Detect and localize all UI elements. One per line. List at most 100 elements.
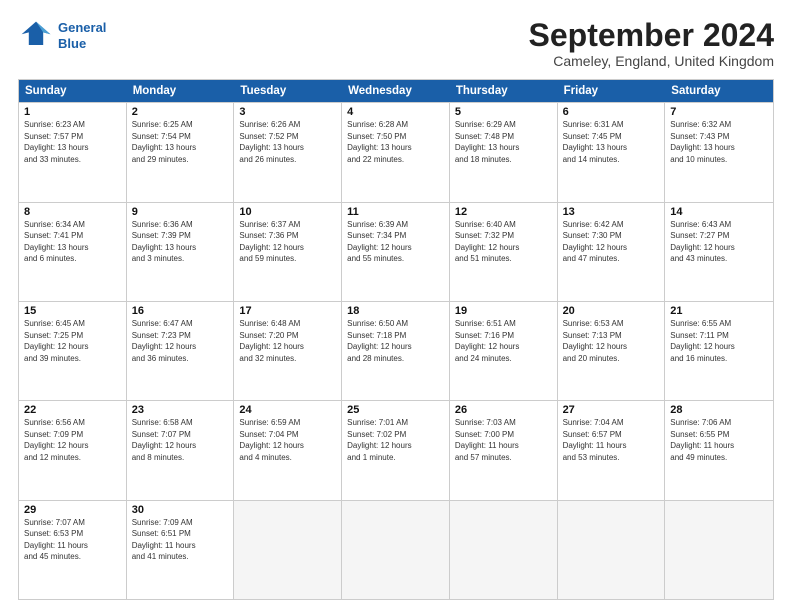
calendar-cell: 18Sunrise: 6:50 AMSunset: 7:18 PMDayligh… [342, 302, 450, 400]
day-number: 24 [239, 404, 336, 416]
day-number: 13 [563, 206, 660, 218]
cell-info: Sunrise: 7:06 AMSunset: 6:55 PMDaylight:… [670, 417, 768, 463]
header: General Blue September 2024 Cameley, Eng… [18, 18, 774, 69]
cell-info: Sunrise: 7:01 AMSunset: 7:02 PMDaylight:… [347, 417, 444, 463]
day-number: 15 [24, 305, 121, 317]
calendar-cell [342, 501, 450, 599]
day-number: 7 [670, 106, 768, 118]
location: Cameley, England, United Kingdom [529, 53, 774, 69]
day-number: 25 [347, 404, 444, 416]
day-number: 16 [132, 305, 229, 317]
calendar-row: 8Sunrise: 6:34 AMSunset: 7:41 PMDaylight… [19, 202, 773, 301]
calendar-cell: 4Sunrise: 6:28 AMSunset: 7:50 PMDaylight… [342, 103, 450, 201]
calendar-cell: 21Sunrise: 6:55 AMSunset: 7:11 PMDayligh… [665, 302, 773, 400]
cell-info: Sunrise: 6:28 AMSunset: 7:50 PMDaylight:… [347, 119, 444, 165]
cell-info: Sunrise: 6:40 AMSunset: 7:32 PMDaylight:… [455, 219, 552, 265]
calendar: Sunday Monday Tuesday Wednesday Thursday… [18, 79, 774, 600]
day-number: 30 [132, 504, 229, 516]
cell-info: Sunrise: 6:56 AMSunset: 7:09 PMDaylight:… [24, 417, 121, 463]
cell-info: Sunrise: 6:34 AMSunset: 7:41 PMDaylight:… [24, 219, 121, 265]
calendar-cell: 12Sunrise: 6:40 AMSunset: 7:32 PMDayligh… [450, 203, 558, 301]
logo-text: General Blue [58, 20, 106, 51]
col-monday: Monday [127, 80, 235, 102]
cell-info: Sunrise: 6:29 AMSunset: 7:48 PMDaylight:… [455, 119, 552, 165]
calendar-cell: 6Sunrise: 6:31 AMSunset: 7:45 PMDaylight… [558, 103, 666, 201]
day-number: 18 [347, 305, 444, 317]
col-friday: Friday [558, 80, 666, 102]
calendar-cell: 1Sunrise: 6:23 AMSunset: 7:57 PMDaylight… [19, 103, 127, 201]
cell-info: Sunrise: 6:26 AMSunset: 7:52 PMDaylight:… [239, 119, 336, 165]
calendar-cell: 25Sunrise: 7:01 AMSunset: 7:02 PMDayligh… [342, 401, 450, 499]
calendar-cell [234, 501, 342, 599]
cell-info: Sunrise: 7:07 AMSunset: 6:53 PMDaylight:… [24, 517, 121, 563]
calendar-row: 29Sunrise: 7:07 AMSunset: 6:53 PMDayligh… [19, 500, 773, 599]
day-number: 17 [239, 305, 336, 317]
calendar-cell: 15Sunrise: 6:45 AMSunset: 7:25 PMDayligh… [19, 302, 127, 400]
calendar-row: 1Sunrise: 6:23 AMSunset: 7:57 PMDaylight… [19, 102, 773, 201]
cell-info: Sunrise: 7:09 AMSunset: 6:51 PMDaylight:… [132, 517, 229, 563]
day-number: 2 [132, 106, 229, 118]
calendar-cell: 19Sunrise: 6:51 AMSunset: 7:16 PMDayligh… [450, 302, 558, 400]
cell-info: Sunrise: 6:47 AMSunset: 7:23 PMDaylight:… [132, 318, 229, 364]
calendar-cell: 2Sunrise: 6:25 AMSunset: 7:54 PMDaylight… [127, 103, 235, 201]
cell-info: Sunrise: 6:45 AMSunset: 7:25 PMDaylight:… [24, 318, 121, 364]
day-number: 19 [455, 305, 552, 317]
logo-icon [18, 18, 54, 54]
calendar-cell: 26Sunrise: 7:03 AMSunset: 7:00 PMDayligh… [450, 401, 558, 499]
calendar-cell [450, 501, 558, 599]
calendar-cell: 7Sunrise: 6:32 AMSunset: 7:43 PMDaylight… [665, 103, 773, 201]
calendar-cell: 8Sunrise: 6:34 AMSunset: 7:41 PMDaylight… [19, 203, 127, 301]
cell-info: Sunrise: 6:25 AMSunset: 7:54 PMDaylight:… [132, 119, 229, 165]
calendar-cell: 17Sunrise: 6:48 AMSunset: 7:20 PMDayligh… [234, 302, 342, 400]
calendar-row: 15Sunrise: 6:45 AMSunset: 7:25 PMDayligh… [19, 301, 773, 400]
col-tuesday: Tuesday [234, 80, 342, 102]
calendar-cell: 10Sunrise: 6:37 AMSunset: 7:36 PMDayligh… [234, 203, 342, 301]
calendar-cell: 13Sunrise: 6:42 AMSunset: 7:30 PMDayligh… [558, 203, 666, 301]
day-number: 28 [670, 404, 768, 416]
day-number: 14 [670, 206, 768, 218]
calendar-cell: 9Sunrise: 6:36 AMSunset: 7:39 PMDaylight… [127, 203, 235, 301]
cell-info: Sunrise: 6:50 AMSunset: 7:18 PMDaylight:… [347, 318, 444, 364]
day-number: 26 [455, 404, 552, 416]
cell-info: Sunrise: 6:42 AMSunset: 7:30 PMDaylight:… [563, 219, 660, 265]
day-number: 4 [347, 106, 444, 118]
calendar-row: 22Sunrise: 6:56 AMSunset: 7:09 PMDayligh… [19, 400, 773, 499]
calendar-cell: 23Sunrise: 6:58 AMSunset: 7:07 PMDayligh… [127, 401, 235, 499]
cell-info: Sunrise: 6:58 AMSunset: 7:07 PMDaylight:… [132, 417, 229, 463]
calendar-cell: 29Sunrise: 7:07 AMSunset: 6:53 PMDayligh… [19, 501, 127, 599]
calendar-cell: 5Sunrise: 6:29 AMSunset: 7:48 PMDaylight… [450, 103, 558, 201]
calendar-body: 1Sunrise: 6:23 AMSunset: 7:57 PMDaylight… [19, 102, 773, 599]
day-number: 23 [132, 404, 229, 416]
day-number: 6 [563, 106, 660, 118]
calendar-cell: 16Sunrise: 6:47 AMSunset: 7:23 PMDayligh… [127, 302, 235, 400]
cell-info: Sunrise: 7:03 AMSunset: 7:00 PMDaylight:… [455, 417, 552, 463]
cell-info: Sunrise: 6:55 AMSunset: 7:11 PMDaylight:… [670, 318, 768, 364]
cell-info: Sunrise: 6:36 AMSunset: 7:39 PMDaylight:… [132, 219, 229, 265]
cell-info: Sunrise: 7:04 AMSunset: 6:57 PMDaylight:… [563, 417, 660, 463]
col-wednesday: Wednesday [342, 80, 450, 102]
day-number: 5 [455, 106, 552, 118]
calendar-cell: 3Sunrise: 6:26 AMSunset: 7:52 PMDaylight… [234, 103, 342, 201]
calendar-cell: 28Sunrise: 7:06 AMSunset: 6:55 PMDayligh… [665, 401, 773, 499]
day-number: 12 [455, 206, 552, 218]
calendar-cell: 14Sunrise: 6:43 AMSunset: 7:27 PMDayligh… [665, 203, 773, 301]
cell-info: Sunrise: 6:23 AMSunset: 7:57 PMDaylight:… [24, 119, 121, 165]
day-number: 29 [24, 504, 121, 516]
page: General Blue September 2024 Cameley, Eng… [0, 0, 792, 612]
cell-info: Sunrise: 6:53 AMSunset: 7:13 PMDaylight:… [563, 318, 660, 364]
day-number: 9 [132, 206, 229, 218]
month-title: September 2024 [529, 18, 774, 53]
calendar-cell: 20Sunrise: 6:53 AMSunset: 7:13 PMDayligh… [558, 302, 666, 400]
day-number: 11 [347, 206, 444, 218]
col-thursday: Thursday [450, 80, 558, 102]
cell-info: Sunrise: 6:39 AMSunset: 7:34 PMDaylight:… [347, 219, 444, 265]
calendar-cell [665, 501, 773, 599]
calendar-cell: 30Sunrise: 7:09 AMSunset: 6:51 PMDayligh… [127, 501, 235, 599]
day-number: 10 [239, 206, 336, 218]
cell-info: Sunrise: 6:59 AMSunset: 7:04 PMDaylight:… [239, 417, 336, 463]
cell-info: Sunrise: 6:43 AMSunset: 7:27 PMDaylight:… [670, 219, 768, 265]
logo: General Blue [18, 18, 106, 54]
day-number: 1 [24, 106, 121, 118]
title-block: September 2024 Cameley, England, United … [529, 18, 774, 69]
cell-info: Sunrise: 6:31 AMSunset: 7:45 PMDaylight:… [563, 119, 660, 165]
